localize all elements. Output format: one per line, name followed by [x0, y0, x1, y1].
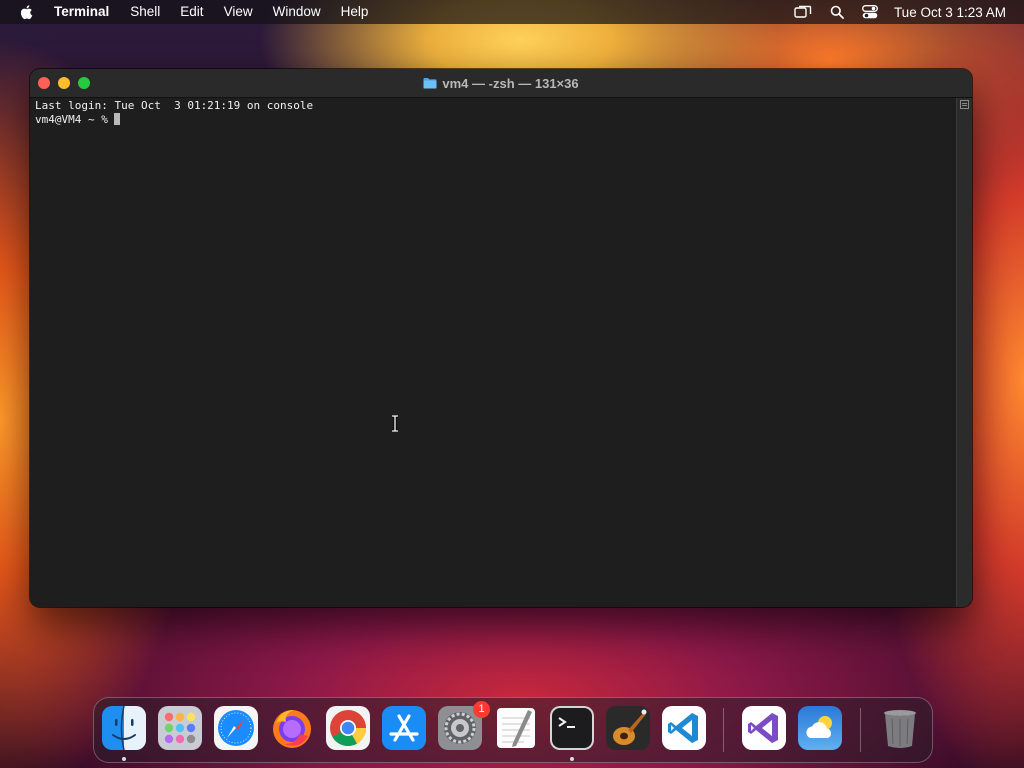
dock-weather-icon[interactable]	[798, 706, 842, 750]
dock-visual-studio-icon[interactable]	[742, 706, 786, 750]
dock-running-indicator	[570, 757, 574, 761]
ibeam-cursor-icon	[392, 415, 398, 432]
terminal-line-last-login: Last login: Tue Oct 3 01:21:19 on consol…	[35, 99, 314, 112]
dock-app-store-icon[interactable]	[382, 706, 426, 750]
window-title-bar[interactable]: vm4 — -zsh — 131×36	[30, 69, 972, 98]
menu-view[interactable]: View	[224, 0, 253, 24]
dock-running-indicator	[122, 757, 126, 761]
dock-terminal-icon[interactable]	[550, 706, 594, 750]
spotlight-search-icon[interactable]	[830, 5, 844, 19]
menu-bar: Terminal Shell Edit View Window Help Tue…	[0, 0, 1024, 24]
menu-window[interactable]: Window	[273, 0, 321, 24]
window-title-text: vm4 — -zsh — 131×36	[442, 75, 579, 91]
menu-bar-clock[interactable]: Tue Oct 3 1:23 AM	[894, 5, 1006, 20]
dock-firefox-icon[interactable]	[270, 706, 314, 750]
control-center-icon[interactable]	[861, 5, 878, 19]
window-title: vm4 — -zsh — 131×36	[30, 69, 972, 97]
text-cursor	[114, 113, 121, 125]
dock-system-settings-icon[interactable]: 1	[438, 701, 490, 750]
dock-separator	[723, 708, 724, 752]
dock-separator	[860, 708, 861, 752]
terminal-window: vm4 — -zsh — 131×36 Last login: Tue Oct …	[30, 69, 972, 607]
dock-finder-icon[interactable]	[102, 705, 146, 751]
split-pane-icon[interactable]	[960, 100, 969, 109]
menu-bar-extras: Tue Oct 3 1:23 AM	[776, 0, 1006, 24]
dock-trash-icon[interactable]	[878, 706, 922, 750]
terminal-prompt: vm4@VM4 ~ %	[35, 113, 115, 126]
menu-edit[interactable]: Edit	[180, 0, 203, 24]
dock-garageband-icon[interactable]	[606, 706, 650, 750]
apple-logo-icon[interactable]	[18, 3, 36, 21]
screen-mirroring-icon[interactable]	[794, 5, 812, 19]
menu-shell[interactable]: Shell	[130, 0, 160, 24]
dock-vscode-icon[interactable]	[662, 706, 706, 750]
folder-icon	[423, 78, 437, 89]
dock-safari-icon[interactable]	[214, 706, 258, 750]
dock-chrome-icon[interactable]	[326, 706, 370, 750]
dock: 1	[93, 697, 933, 763]
vertical-scrollbar[interactable]	[956, 98, 972, 607]
dock-launchpad-icon[interactable]	[158, 706, 202, 750]
menu-help[interactable]: Help	[341, 0, 369, 24]
menu-app-terminal[interactable]: Terminal	[54, 0, 109, 24]
notification-badge: 1	[473, 701, 490, 718]
terminal-content[interactable]: Last login: Tue Oct 3 01:21:19 on consol…	[30, 98, 957, 607]
terminal-prompt-line: vm4@VM4 ~ %	[35, 113, 121, 127]
dock-textedit-icon[interactable]	[494, 706, 538, 750]
